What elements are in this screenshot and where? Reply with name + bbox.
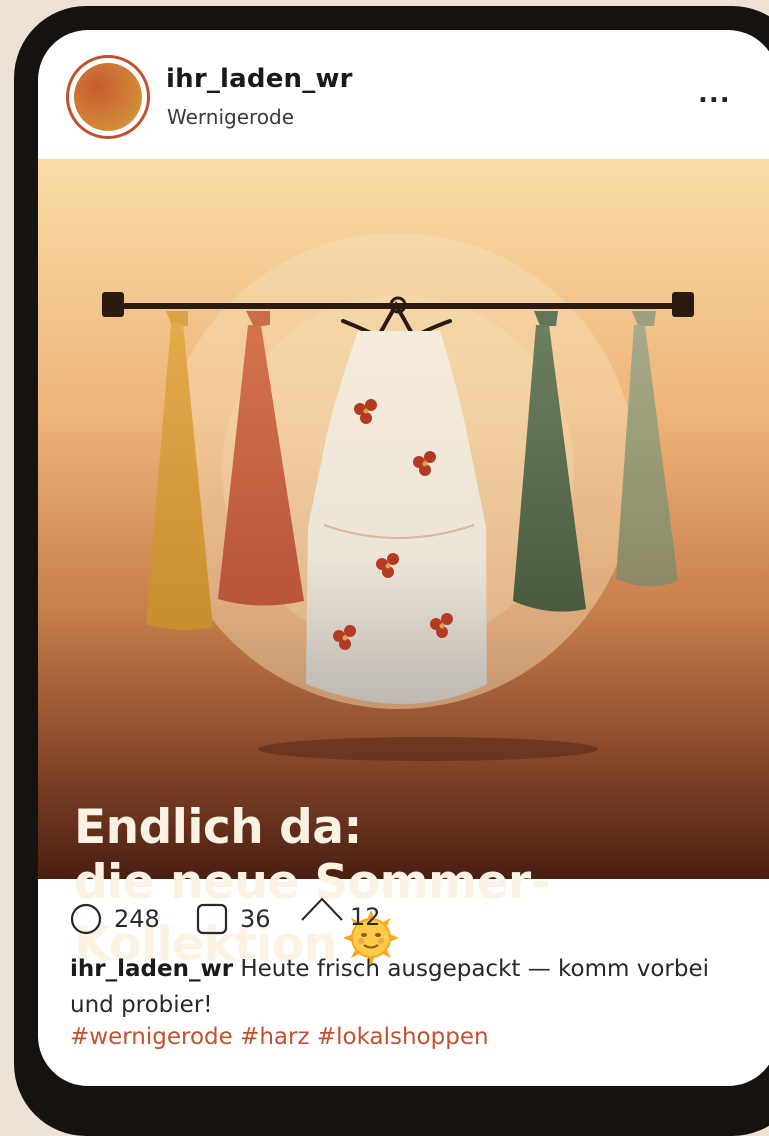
caption-username[interactable]: ihr_laden_wr [70,956,233,982]
post-headline: Endlich da: die neue Sommer- Kollektion [74,800,714,972]
like-icon[interactable] [70,903,102,935]
post-caption: ihr_laden_wr Heute frisch ausgepackt — k… [70,951,750,1023]
post-location[interactable]: Wernigerode [167,105,294,129]
post-card: ihr_laden_wr Wernigerode ... Endlich da:… [38,30,769,1086]
likes-count: 248 [114,905,160,933]
post-header: ihr_laden_wr Wernigerode ... [38,30,769,159]
avatar-image [74,63,142,131]
headline-line-1: Endlich da: [74,800,362,855]
post-hashtags[interactable]: #wernigerode #harz #lokalshoppen [70,1024,489,1050]
post-image-illustration [38,159,769,879]
comment-icon[interactable] [196,903,228,935]
comments-count: 36 [240,905,271,933]
profile-avatar[interactable] [66,55,150,139]
post-image[interactable]: Endlich da: die neue Sommer- Kollektion [38,159,769,972]
share-icon[interactable] [300,896,344,922]
more-options-icon[interactable]: ... [698,81,731,107]
shares-count: 12 [350,903,381,931]
headline-line-2: die neue Sommer- [74,855,550,910]
post-username[interactable]: ihr_laden_wr [166,64,353,94]
